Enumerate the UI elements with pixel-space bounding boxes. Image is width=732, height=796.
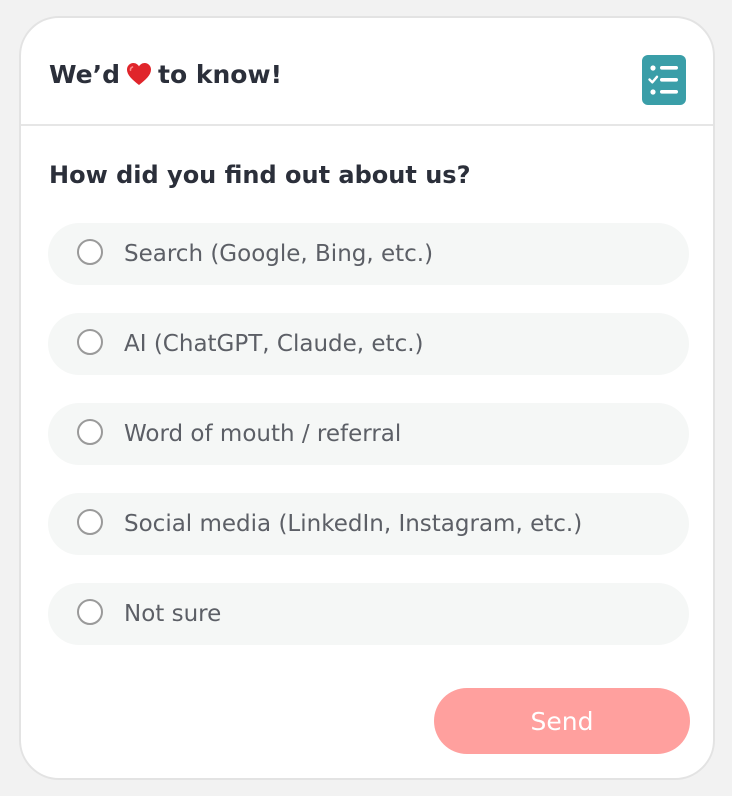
option-label: Search (Google, Bing, etc.) bbox=[124, 241, 434, 267]
option-label: Word of mouth / referral bbox=[124, 421, 402, 447]
header-title-start: We’d bbox=[49, 60, 121, 89]
options-list: Search (Google, Bing, etc.) AI (ChatGPT,… bbox=[48, 223, 689, 673]
option-social-media[interactable]: Social media (LinkedIn, Instagram, etc.) bbox=[48, 493, 689, 555]
option-ai[interactable]: AI (ChatGPT, Claude, etc.) bbox=[48, 313, 689, 375]
option-word-of-mouth[interactable]: Word of mouth / referral bbox=[48, 403, 689, 465]
option-search[interactable]: Search (Google, Bing, etc.) bbox=[48, 223, 689, 285]
header-title-end: to know! bbox=[158, 60, 282, 89]
radio-button[interactable] bbox=[77, 329, 103, 355]
option-label: Not sure bbox=[124, 601, 222, 627]
header-title: We’d to know! bbox=[49, 60, 282, 93]
radio-button[interactable] bbox=[77, 509, 103, 535]
heart-icon bbox=[126, 62, 152, 93]
radio-button[interactable] bbox=[77, 599, 103, 625]
radio-button[interactable] bbox=[77, 239, 103, 265]
card-header: We’d to know! bbox=[21, 18, 713, 126]
feedback-card: We’d to know! How did you find out about … bbox=[19, 16, 715, 780]
radio-button[interactable] bbox=[77, 419, 103, 445]
checklist-icon[interactable] bbox=[642, 55, 686, 105]
question-title: How did you find out about us? bbox=[49, 161, 471, 189]
option-not-sure[interactable]: Not sure bbox=[48, 583, 689, 645]
option-label: Social media (LinkedIn, Instagram, etc.) bbox=[124, 511, 583, 537]
send-button[interactable]: Send bbox=[434, 688, 690, 754]
option-label: AI (ChatGPT, Claude, etc.) bbox=[124, 331, 424, 357]
